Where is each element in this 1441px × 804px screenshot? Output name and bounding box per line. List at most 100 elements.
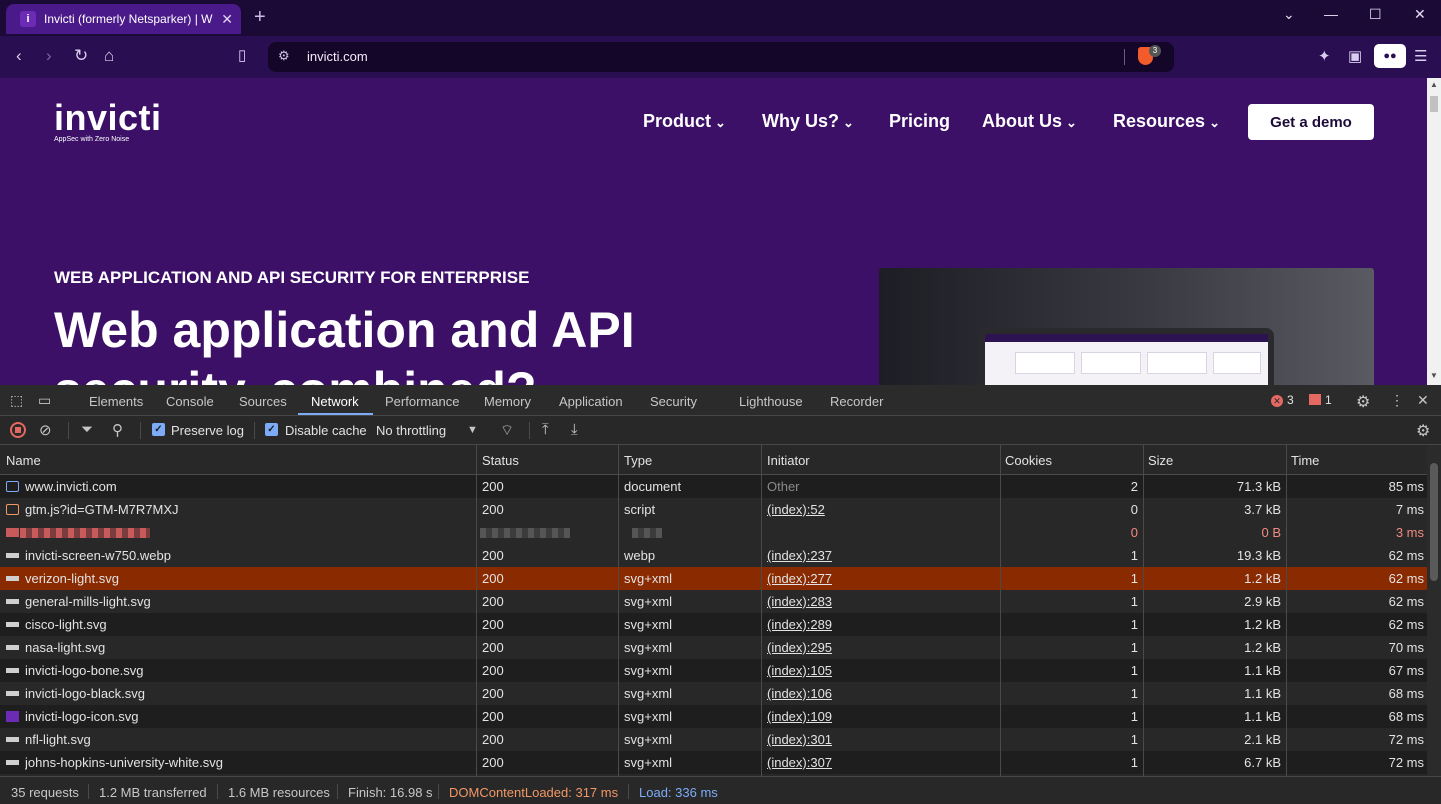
browser-tab[interactable]: i Invicti (formerly Netsparker) | W ✕: [6, 4, 241, 34]
table-row[interactable]: johns-hopkins-university-white.svg 200 svg…: [0, 751, 1427, 774]
tab-memory[interactable]: Memory: [484, 394, 531, 409]
issues-count-badge[interactable]: 1: [1309, 393, 1332, 407]
request-name[interactable]: invicti-screen-w750.webp: [25, 548, 470, 563]
cell-initiator[interactable]: (index):289: [767, 617, 992, 632]
nav-about-us[interactable]: About Us ⌄: [982, 111, 1077, 132]
page-scrollbar[interactable]: ▲ ▼: [1427, 78, 1441, 385]
clear-icon[interactable]: ⊘: [39, 421, 52, 439]
menu-icon[interactable]: ☰: [1414, 47, 1427, 65]
back-icon[interactable]: ‹: [16, 46, 22, 66]
column-header-name[interactable]: Name: [6, 453, 41, 468]
export-har-icon[interactable]: ⤓: [571, 421, 578, 438]
request-name[interactable]: general-mills-light.svg: [25, 594, 470, 609]
table-scrollbar[interactable]: [1427, 445, 1441, 776]
bookmark-icon[interactable]: ▯: [238, 46, 246, 64]
column-header-cookies[interactable]: Cookies: [1005, 453, 1052, 468]
table-row[interactable]: invicti-logo-black.svg 200 svg+xml (index):…: [0, 682, 1427, 705]
network-conditions-icon[interactable]: ⌔: [500, 421, 514, 440]
request-name[interactable]: nfl-light.svg: [25, 732, 470, 747]
tab-security[interactable]: Security: [650, 394, 697, 409]
request-name[interactable]: johns-hopkins-university-white.svg: [25, 755, 470, 770]
cell-initiator[interactable]: (index):277: [767, 571, 992, 586]
cell-initiator[interactable]: (index):106: [767, 686, 992, 701]
cell-initiator[interactable]: (index):295: [767, 640, 992, 655]
page-scroll-thumb[interactable]: [1430, 96, 1438, 112]
reload-icon[interactable]: ↻: [74, 46, 88, 66]
cell-initiator[interactable]: (index):105: [767, 663, 992, 678]
tab-recorder[interactable]: Recorder: [830, 394, 883, 409]
nav-product[interactable]: Product ⌄: [643, 111, 726, 132]
table-row[interactable]: general-mills-light.svg 200 svg+xml (index)…: [0, 590, 1427, 613]
tab-lighthouse[interactable]: Lighthouse: [739, 394, 803, 409]
tab-sources[interactable]: Sources: [239, 394, 287, 409]
request-name[interactable]: verizon-light.svg: [25, 571, 470, 586]
new-tab-icon[interactable]: +: [254, 6, 266, 28]
request-name[interactable]: invicti-logo-icon.svg: [25, 709, 470, 724]
scroll-up-icon[interactable]: ▲: [1430, 80, 1438, 89]
request-name[interactable]: cisco-light.svg: [25, 617, 470, 632]
nav-resources[interactable]: Resources ⌄: [1113, 111, 1220, 132]
tab-console[interactable]: Console: [166, 394, 214, 409]
throttling-select[interactable]: No throttling: [376, 423, 446, 438]
cell-initiator[interactable]: (index):109: [767, 709, 992, 724]
request-name[interactable]: www.invicti.com: [25, 479, 470, 494]
wallet-glasses-icon[interactable]: ●●: [1374, 44, 1406, 68]
column-header-size[interactable]: Size: [1148, 453, 1173, 468]
table-row[interactable]: nasa-light.svg 200 svg+xml (index):295 1 1.2 …: [0, 636, 1427, 659]
cell-initiator[interactable]: (index):307: [767, 755, 992, 770]
forward-icon[interactable]: ›: [46, 46, 52, 66]
cell-initiator[interactable]: (index):283: [767, 594, 992, 609]
tab-network[interactable]: Network: [311, 394, 359, 409]
more-options-icon[interactable]: ⋮: [1390, 392, 1404, 409]
request-name[interactable]: invicti-logo-bone.svg: [25, 663, 470, 678]
table-row[interactable]: verizon-light.svg 200 svg+xml (index):277 1 1…: [0, 567, 1427, 590]
close-window-icon[interactable]: ✕: [1414, 6, 1426, 23]
column-header-status[interactable]: Status: [482, 453, 519, 468]
record-stop-icon[interactable]: [10, 422, 26, 438]
device-toolbar-icon[interactable]: ▭: [38, 392, 51, 409]
sidebar-icon[interactable]: ▣: [1348, 47, 1362, 65]
column-header-time[interactable]: Time: [1291, 453, 1319, 468]
table-row[interactable]: cisco-light.svg 200 svg+xml (index):289 1 1.2…: [0, 613, 1427, 636]
error-count-badge[interactable]: ✕ 3: [1271, 393, 1294, 407]
filter-icon[interactable]: ⏷: [81, 421, 93, 438]
import-har-icon[interactable]: ⤒: [542, 421, 549, 438]
table-scroll-thumb[interactable]: [1430, 463, 1438, 581]
address-bar[interactable]: ⚙ invicti.com 3: [268, 42, 1174, 72]
table-row[interactable]: invicti-screen-w750.webp 200 webp (index):2…: [0, 544, 1427, 567]
cell-initiator[interactable]: (index):301: [767, 732, 992, 747]
column-header-type[interactable]: Type: [624, 453, 652, 468]
site-info-icon[interactable]: ⚙: [278, 48, 290, 64]
search-icon[interactable]: ⚲: [112, 421, 123, 439]
cell-initiator[interactable]: (index):237: [767, 548, 992, 563]
maximize-icon[interactable]: ☐: [1369, 6, 1382, 23]
cell-initiator[interactable]: Other: [767, 479, 992, 494]
table-row[interactable]: invicti-logo-bone.svg 200 svg+xml (index):1…: [0, 659, 1427, 682]
tab-performance[interactable]: Performance: [385, 394, 459, 409]
table-row[interactable]: gtm.js?id=GTM-M7R7MXJ 200 script (index):52…: [0, 498, 1427, 521]
close-devtools-icon[interactable]: ✕: [1417, 392, 1429, 409]
tab-elements[interactable]: Elements: [89, 394, 143, 409]
tab-search-chevron-icon[interactable]: ⌄: [1283, 6, 1295, 23]
network-settings-gear-icon[interactable]: ⚙: [1416, 421, 1430, 441]
invicti-logo[interactable]: invicti: [54, 100, 162, 136]
tab-application[interactable]: Application: [559, 394, 623, 409]
table-row[interactable]: www.invicti.com 200 document Other 2 71.3 kB 8…: [0, 475, 1427, 498]
get-demo-button[interactable]: Get a demo: [1248, 104, 1374, 140]
chevron-down-icon[interactable]: ▼: [467, 424, 478, 436]
request-name[interactable]: gtm.js?id=GTM-M7R7MXJ: [25, 502, 470, 517]
settings-gear-icon[interactable]: ⚙: [1356, 392, 1370, 412]
extensions-icon[interactable]: ✦: [1318, 47, 1331, 65]
column-header-initiator[interactable]: Initiator: [767, 453, 810, 468]
preserve-log-checkbox[interactable]: ✓: [152, 423, 165, 436]
nav-why-us[interactable]: Why Us? ⌄: [762, 111, 854, 132]
home-icon[interactable]: ⌂: [104, 46, 114, 66]
table-row[interactable]: nfl-light.svg 200 svg+xml (index):301 1 2.1 k…: [0, 728, 1427, 751]
request-name[interactable]: nasa-light.svg: [25, 640, 470, 655]
minimize-icon[interactable]: —: [1324, 6, 1338, 22]
request-name[interactable]: invicti-logo-black.svg: [25, 686, 470, 701]
close-tab-icon[interactable]: ✕: [221, 11, 233, 28]
disable-cache-checkbox[interactable]: ✓: [265, 423, 278, 436]
cell-initiator[interactable]: (index):52: [767, 502, 992, 517]
table-row[interactable]: invicti-logo-icon.svg 200 svg+xml (index):1…: [0, 705, 1427, 728]
